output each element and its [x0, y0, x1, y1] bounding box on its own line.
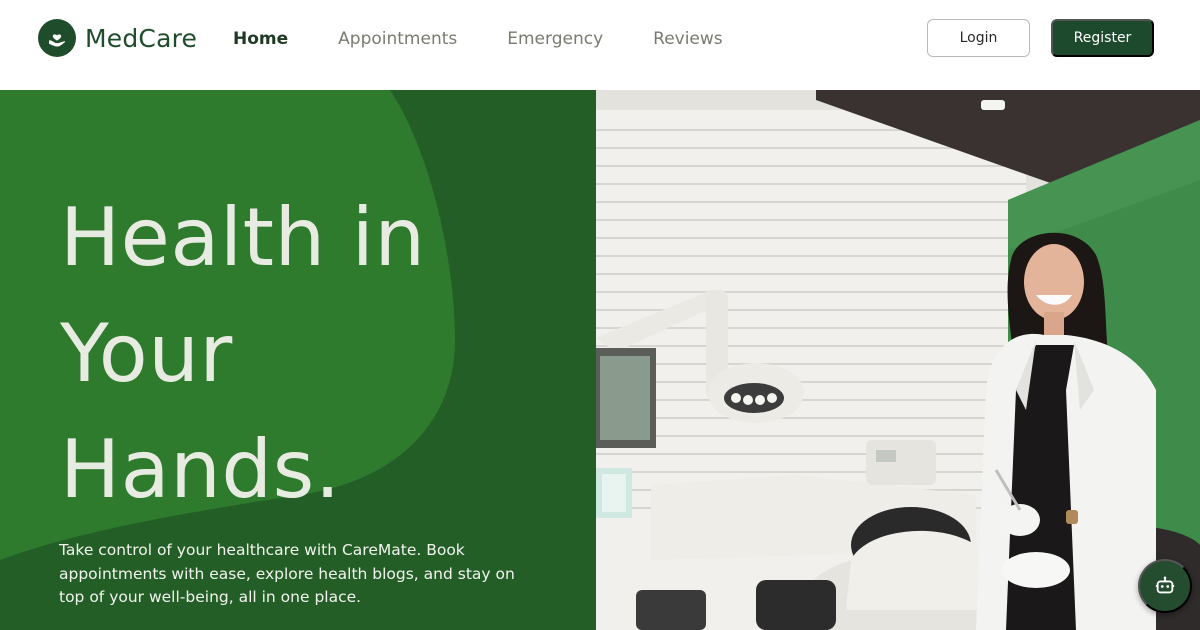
hero-title-line-1: Health in [60, 191, 426, 284]
hero-text-panel: Health in Your Hands. Take control of yo… [0, 90, 596, 630]
hero-description: Take control of your healthcare with Car… [59, 541, 515, 606]
nav-link-appointments[interactable]: Appointments [338, 27, 457, 51]
hero-image [596, 90, 1200, 630]
hero-title-line-3: Hands. [60, 423, 341, 516]
brand-name: MedCare [85, 23, 198, 53]
top-navbar: MedCare Home Appointments Emergency Revi… [0, 0, 1200, 90]
login-button[interactable]: Login [927, 19, 1030, 57]
robot-icon [1155, 576, 1175, 594]
main-nav: Home Appointments Emergency Reviews [233, 27, 773, 51]
nav-link-home[interactable]: Home [233, 27, 288, 51]
register-button[interactable]: Register [1051, 19, 1154, 57]
hero-title-line-2: Your [60, 307, 233, 400]
nav-link-reviews[interactable]: Reviews [653, 27, 723, 51]
nav-link-emergency[interactable]: Emergency [507, 27, 603, 51]
brand-logo[interactable]: MedCare [38, 19, 197, 57]
heart-in-hand-icon [38, 19, 76, 57]
chatbot-button[interactable] [1138, 559, 1192, 613]
hero-title: Health in Your Hands. [60, 180, 580, 528]
